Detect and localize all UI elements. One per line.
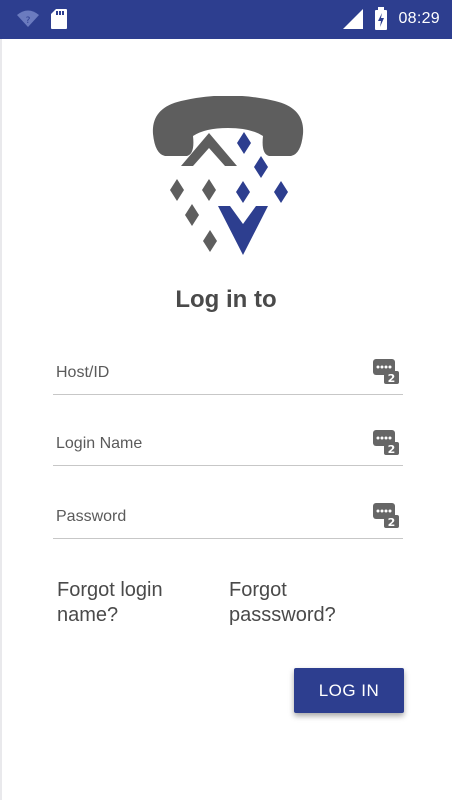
forgot-login-name-link[interactable]: Forgot login name? [57, 578, 163, 628]
page-title: Log in to [175, 286, 277, 313]
screen-edge [0, 39, 2, 800]
forgot-login-line-2: name? [57, 604, 119, 626]
password-input[interactable] [56, 504, 356, 530]
login-name-field[interactable]: 2 [53, 425, 403, 466]
sd-card-icon [51, 9, 67, 29]
status-bar-left: ? [16, 8, 68, 30]
forgot-password-link[interactable]: Forgot passsword? [229, 578, 336, 628]
signal-icon [343, 9, 364, 29]
password-manager-icon[interactable]: 2 [373, 429, 399, 455]
wifi-question-icon: ? [17, 10, 39, 27]
forgot-password-line-1: Forgot [229, 579, 287, 601]
status-bar: ? 08:29 [0, 0, 452, 39]
host-id-input[interactable] [56, 360, 356, 386]
svg-text:?: ? [26, 16, 31, 26]
password-manager-icon[interactable]: 2 [373, 358, 399, 384]
svg-text:2: 2 [388, 372, 396, 384]
password-field[interactable]: 2 [53, 498, 403, 539]
forgot-login-line-1: Forgot login [57, 579, 163, 601]
phone-diamond-logo [152, 96, 304, 255]
status-bar-right: 08:29 [342, 7, 440, 31]
login-name-input[interactable] [56, 431, 356, 457]
svg-text:2: 2 [388, 443, 396, 455]
login-button[interactable]: LOG IN [294, 668, 404, 713]
forgot-password-line-2: passsword? [229, 604, 336, 626]
svg-text:2: 2 [388, 516, 396, 528]
password-manager-icon[interactable]: 2 [373, 502, 399, 528]
status-time: 08:29 [398, 10, 440, 27]
battery-charging-icon [375, 7, 388, 30]
host-id-field[interactable]: 2 [53, 354, 403, 395]
